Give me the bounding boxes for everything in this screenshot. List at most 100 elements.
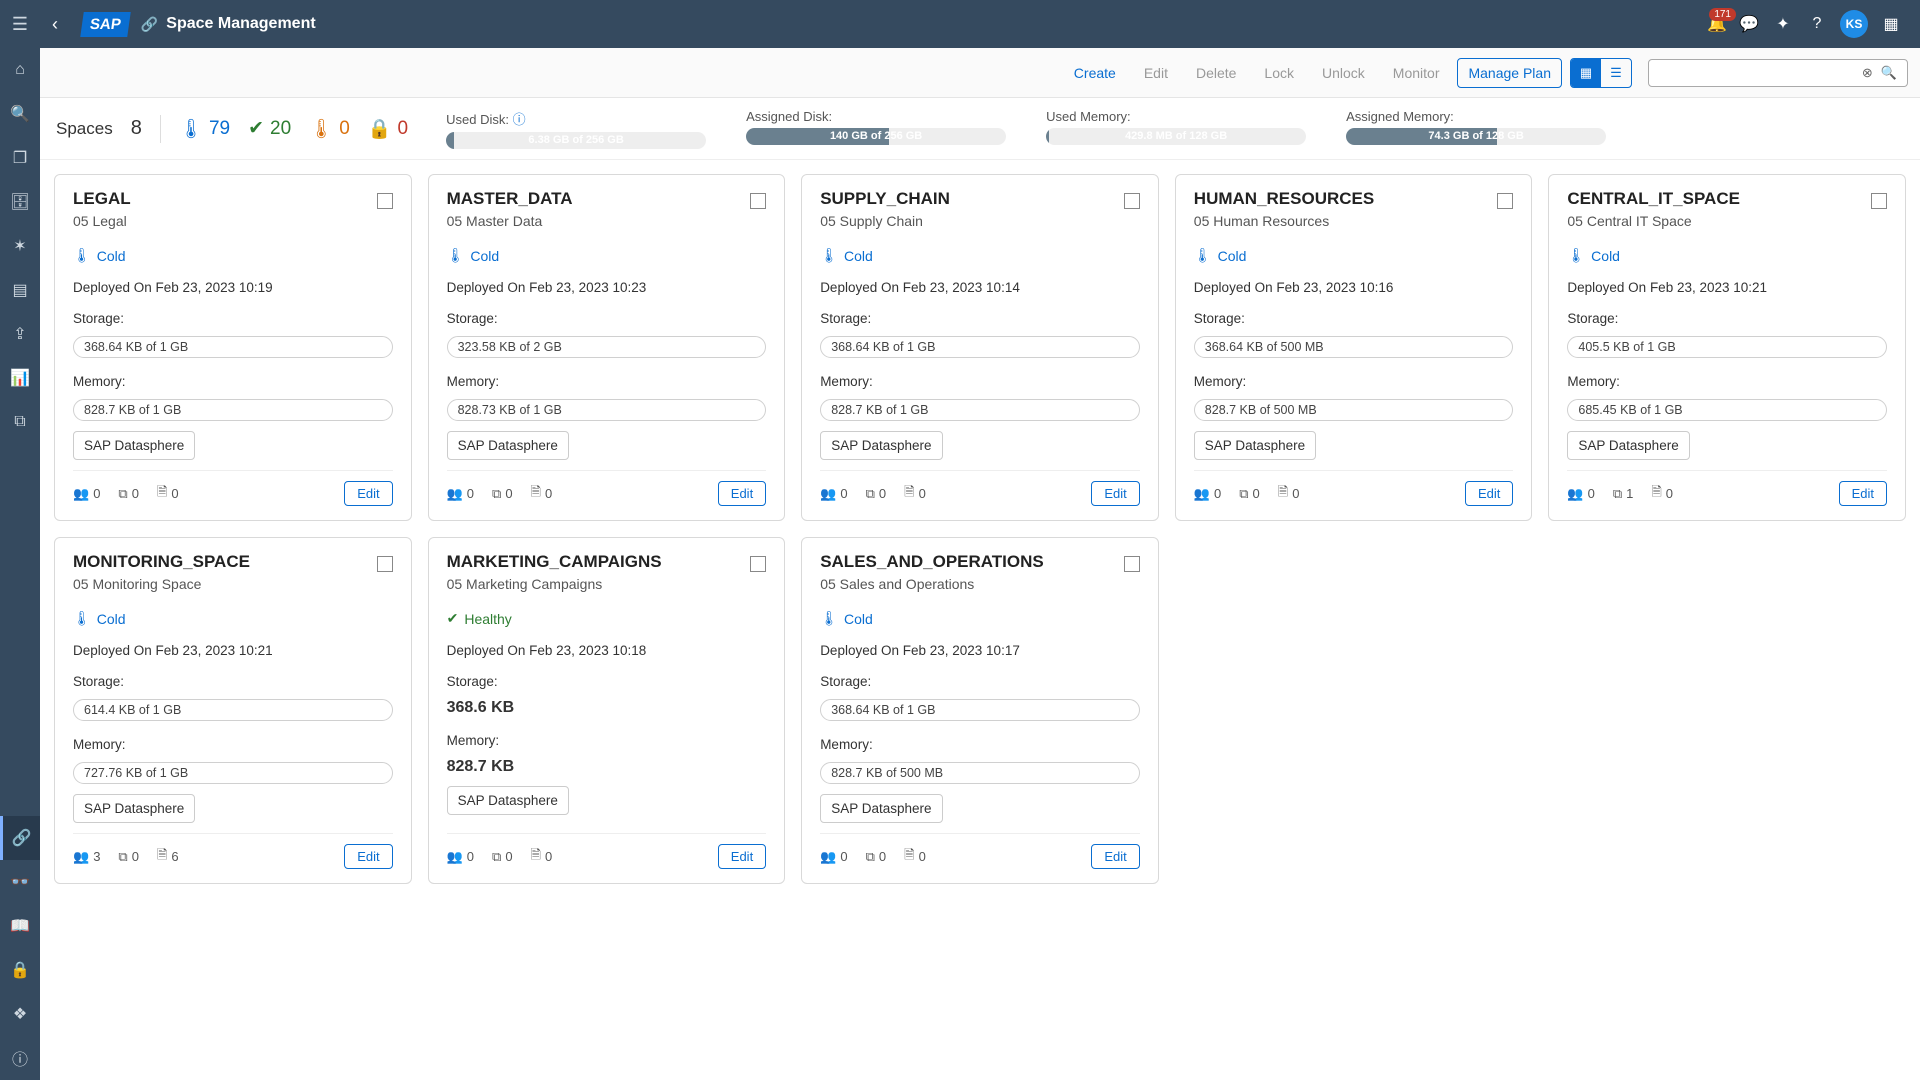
type-chip: SAP Datasphere (1194, 431, 1316, 460)
healthy-stat[interactable]: ✔20 (248, 117, 291, 140)
side-nav-export[interactable]: ⇪ (0, 312, 40, 356)
space-card[interactable]: CENTRAL_IT_SPACE 05 Central IT Space 🌡Co… (1548, 174, 1906, 521)
check-icon: ✔ (447, 610, 459, 627)
side-nav-explorer[interactable]: 🔍 (0, 92, 40, 136)
edit-button[interactable]: Edit (718, 481, 766, 506)
hot-stat[interactable]: 🌡0 (309, 117, 350, 141)
space-card[interactable]: HUMAN_RESOURCES 05 Human Resources 🌡Cold… (1175, 174, 1533, 521)
create-action[interactable]: Create (1064, 59, 1126, 87)
select-checkbox[interactable] (750, 556, 766, 572)
space-card[interactable]: SALES_AND_OPERATIONS 05 Sales and Operat… (801, 537, 1159, 884)
deployed-on: Deployed On Feb 23, 2023 10:19 (73, 280, 393, 295)
side-nav-glasses[interactable]: 👓 (0, 860, 40, 904)
storage-pill: 368.64 KB of 500 MB (1194, 336, 1514, 358)
edit-button[interactable]: Edit (344, 481, 392, 506)
edit-button[interactable]: Edit (1091, 844, 1139, 869)
side-nav-info[interactable]: ⓘ (0, 1036, 40, 1080)
side-nav-flows[interactable]: ✶ (0, 224, 40, 268)
members-icon: 👥 (73, 486, 89, 502)
apps-icon[interactable]: ▦ (1874, 14, 1908, 34)
members-icon: 👥 (1567, 486, 1583, 502)
info-icon[interactable]: ⓘ (513, 112, 526, 127)
side-nav-monitor[interactable]: 📊 (0, 356, 40, 400)
spaces-grid: LEGAL 05 Legal 🌡Cold Deployed On Feb 23,… (54, 174, 1906, 884)
card-name: MASTER_DATA (447, 189, 573, 209)
select-checkbox[interactable] (1871, 193, 1887, 209)
card-name: MONITORING_SPACE (73, 552, 250, 572)
side-nav-copy[interactable]: ❐ (0, 136, 40, 180)
search-icon[interactable]: 🔍 (1877, 65, 1901, 81)
tables-icon: ⧉ (866, 486, 875, 502)
tables-count: ⧉0 (866, 846, 887, 868)
list-view-icon[interactable]: ☰ (1601, 59, 1631, 87)
assigned-memory-meter: Assigned Memory: 74.3 GB of 128 GB (1346, 109, 1606, 149)
memory-pill: 685.45 KB of 1 GB (1567, 399, 1887, 421)
help-icon[interactable]: ? (1800, 15, 1834, 33)
memory-pill: 828.7 KB of 500 MB (820, 762, 1140, 784)
select-checkbox[interactable] (377, 556, 393, 572)
files-count: 🗎0 (904, 483, 926, 505)
tables-count: ⧉0 (492, 846, 513, 868)
manage-plan-action[interactable]: Manage Plan (1457, 58, 1562, 88)
deployed-on: Deployed On Feb 23, 2023 10:21 (1567, 280, 1887, 295)
files-count: 🗎0 (904, 846, 926, 868)
deployed-on: Deployed On Feb 23, 2023 10:18 (447, 643, 767, 658)
storage-pill: 368.64 KB of 1 GB (820, 336, 1140, 358)
thermometer-cold-icon: 🌡 (73, 610, 91, 627)
edit-button[interactable]: Edit (1839, 481, 1887, 506)
side-nav-home[interactable]: ⌂ (0, 48, 40, 92)
select-checkbox[interactable] (377, 193, 393, 209)
thermometer-cold-icon: 🌡 (179, 117, 203, 141)
select-checkbox[interactable] (750, 193, 766, 209)
edit-button[interactable]: Edit (344, 844, 392, 869)
space-card[interactable]: LEGAL 05 Legal 🌡Cold Deployed On Feb 23,… (54, 174, 412, 521)
space-card[interactable]: SUPPLY_CHAIN 05 Supply Chain 🌡Cold Deplo… (801, 174, 1159, 521)
card-name: CENTRAL_IT_SPACE (1567, 189, 1740, 209)
members-icon: 👥 (820, 849, 836, 865)
grid-view-icon[interactable]: ▦ (1571, 59, 1601, 87)
tables-icon: ⧉ (492, 486, 501, 502)
side-nav-views[interactable]: ⧉ (0, 400, 40, 444)
side-nav-book[interactable]: 📖 (0, 904, 40, 948)
back-icon[interactable]: ‹ (52, 14, 82, 35)
side-nav-stack[interactable]: ❖ (0, 992, 40, 1036)
side-nav-data[interactable]: ▤ (0, 268, 40, 312)
edit-button[interactable]: Edit (718, 844, 766, 869)
type-chip: SAP Datasphere (1567, 431, 1689, 460)
select-checkbox[interactable] (1124, 556, 1140, 572)
space-card[interactable]: MONITORING_SPACE 05 Monitoring Space 🌡Co… (54, 537, 412, 884)
side-nav-storage[interactable]: 🗄 (0, 180, 40, 224)
storage-value: 368.6 KB (447, 699, 767, 717)
memory-label: Memory: (1194, 374, 1514, 389)
divider (160, 115, 161, 143)
members-count: 👥0 (1567, 483, 1594, 505)
menu-icon[interactable]: ☰ (0, 0, 40, 48)
space-card[interactable]: MARKETING_CAMPAIGNS 05 Marketing Campaig… (428, 537, 786, 884)
used-memory-meter: Used Memory: 429.8 MB of 128 GB (1046, 109, 1306, 149)
card-subtitle: 05 Sales and Operations (820, 576, 1044, 592)
view-toggle: ▦ ☰ (1570, 58, 1632, 88)
user-avatar[interactable]: KS (1840, 10, 1868, 38)
tables-icon: ⧉ (1613, 486, 1622, 502)
clear-search-icon[interactable]: ⊗ (1858, 65, 1877, 81)
card-subtitle: 05 Master Data (447, 213, 573, 229)
card-name: SALES_AND_OPERATIONS (820, 552, 1044, 572)
files-icon: 🗎 (1651, 483, 1661, 505)
cold-stat[interactable]: 🌡79 (179, 117, 230, 141)
select-checkbox[interactable] (1497, 193, 1513, 209)
notifications-count: 171 (1709, 8, 1736, 21)
feedback-icon[interactable]: 💬 (1732, 14, 1766, 34)
side-nav-lock[interactable]: 🔒 (0, 948, 40, 992)
unlock-action: Unlock (1312, 59, 1375, 87)
edit-button[interactable]: Edit (1465, 481, 1513, 506)
edit-button[interactable]: Edit (1091, 481, 1139, 506)
copilot-icon[interactable]: ✦ (1766, 14, 1800, 34)
locked-stat[interactable]: 🔒0 (368, 117, 408, 141)
lock-action: Lock (1254, 59, 1304, 87)
delete-action: Delete (1186, 59, 1246, 87)
side-nav-spaces[interactable]: 🔗 (0, 816, 40, 860)
search-input[interactable] (1655, 65, 1858, 80)
space-card[interactable]: MASTER_DATA 05 Master Data 🌡Cold Deploye… (428, 174, 786, 521)
select-checkbox[interactable] (1124, 193, 1140, 209)
notifications-icon[interactable]: 🔔171 (1702, 14, 1732, 34)
